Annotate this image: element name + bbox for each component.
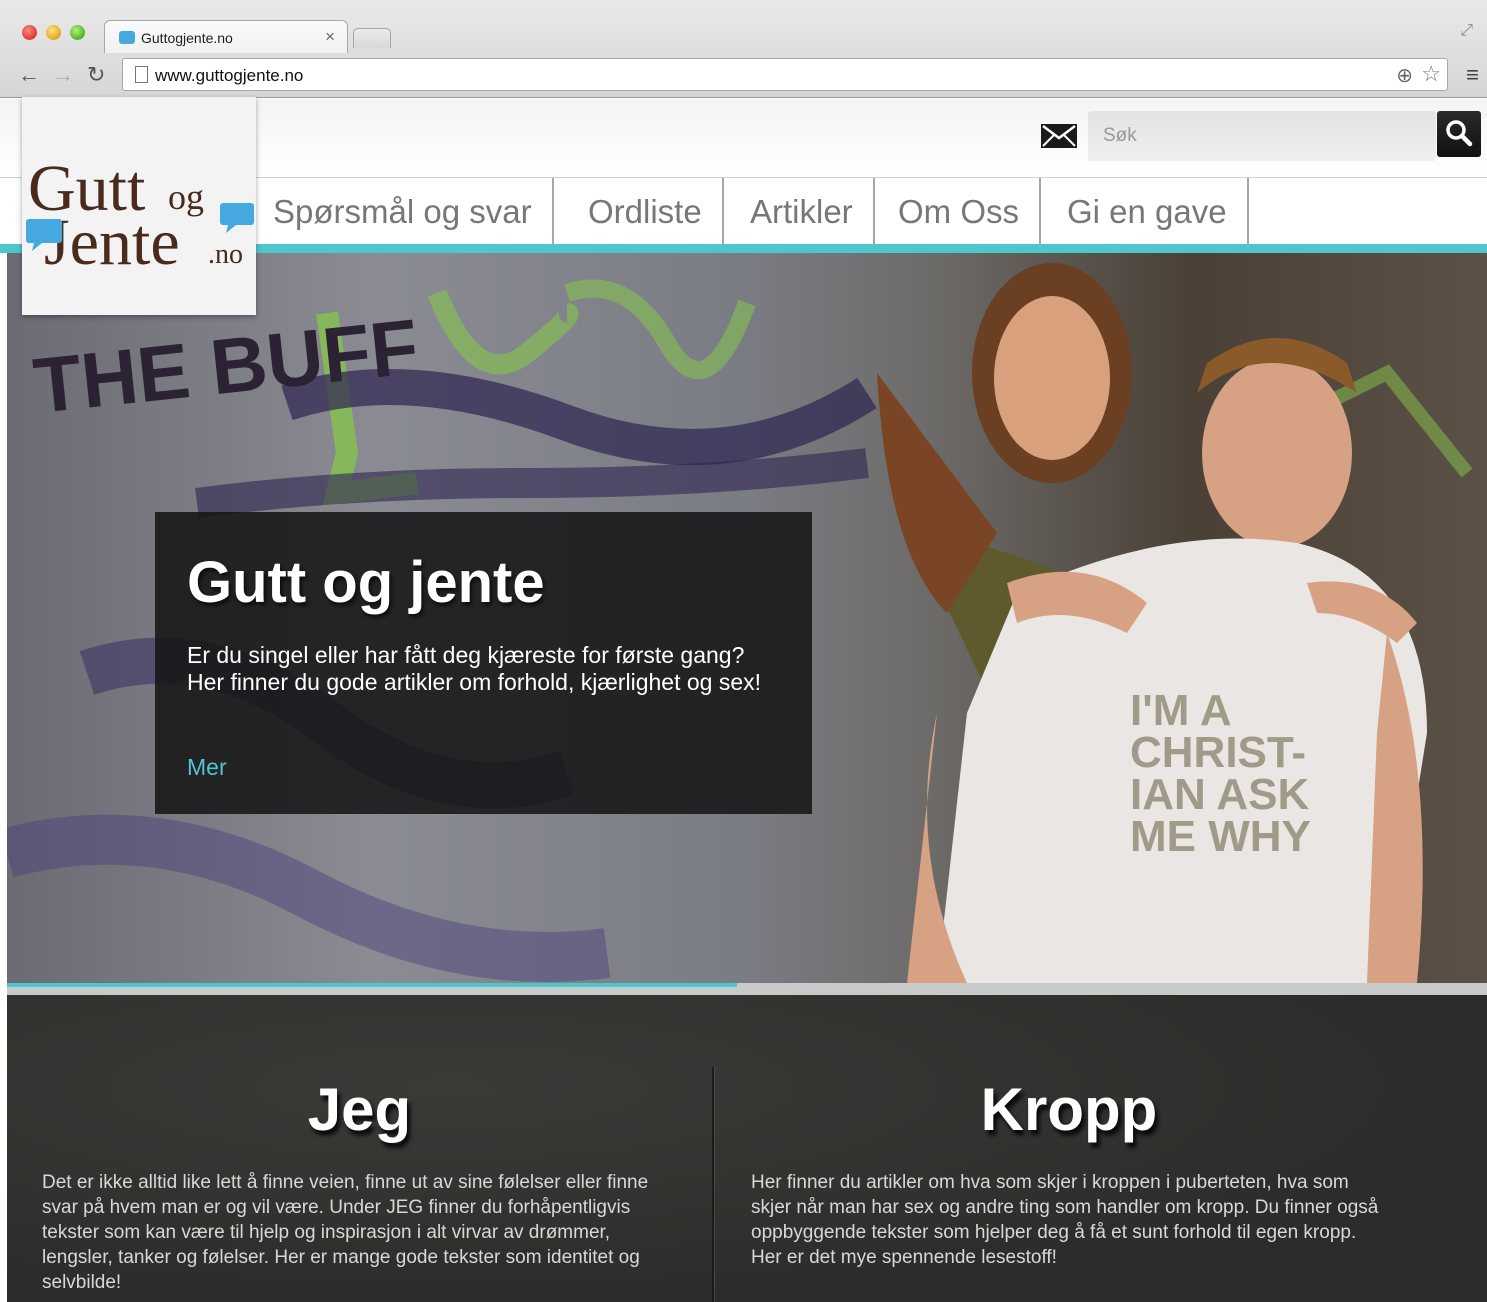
hero-more-link[interactable]: Mer bbox=[187, 754, 227, 781]
star-icon[interactable]: ☆ bbox=[1421, 61, 1441, 87]
page-icon bbox=[135, 66, 148, 83]
logo-no: .no bbox=[208, 239, 243, 270]
section-title-jeg[interactable]: Jeg bbox=[7, 1075, 712, 1144]
browser-chrome: Guttogjente.no × ⤢ ← → ↻ www.guttogjente… bbox=[0, 0, 1487, 98]
hero-title: Gutt og jente bbox=[187, 550, 545, 615]
new-tab-button[interactable] bbox=[353, 28, 391, 48]
search-box bbox=[1088, 111, 1436, 161]
section-text-jeg: Det er ikke alltid like lett å finne vei… bbox=[42, 1172, 649, 1293]
menu-icon[interactable]: ≡ bbox=[1466, 62, 1479, 88]
reload-icon[interactable]: ↻ bbox=[87, 62, 105, 88]
minimize-window-button[interactable] bbox=[46, 25, 61, 40]
nav-item-articles[interactable]: Artikler bbox=[730, 178, 875, 246]
tab-title: Guttogjente.no bbox=[141, 30, 233, 46]
hero-text-line2: Her finner du gode artikler om forhold, … bbox=[187, 669, 762, 695]
forward-arrow-icon[interactable]: → bbox=[52, 62, 74, 88]
search-button[interactable] bbox=[1437, 111, 1481, 157]
zoom-icon[interactable]: ⊕ bbox=[1396, 63, 1413, 88]
graffiti-text: THE BUFF bbox=[30, 302, 423, 430]
section-text-kropp: Her finner du artikler om hva som skjer … bbox=[751, 1172, 1379, 1268]
hero-text: Er du singel eller har fått deg kjæreste… bbox=[187, 642, 787, 696]
zoom-window-button[interactable] bbox=[70, 25, 85, 40]
address-bar[interactable]: www.guttogjente.no ⊕ ☆ bbox=[122, 58, 1448, 91]
url-text[interactable]: www.guttogjente.no bbox=[155, 66, 303, 86]
search-input[interactable] bbox=[1088, 111, 1436, 161]
nav-item-questions[interactable]: Spørsmål og svar bbox=[253, 178, 554, 246]
nav-item-about[interactable]: Om Oss bbox=[878, 178, 1041, 246]
expand-icon[interactable]: ⤢ bbox=[1460, 22, 1473, 40]
shirt-print: I'M A CHRIST-IAN ASK ME WHY bbox=[1130, 686, 1311, 861]
section-title-kropp[interactable]: Kropp bbox=[714, 1075, 1424, 1144]
search-icon bbox=[1446, 120, 1473, 147]
browser-tab[interactable]: Guttogjente.no × bbox=[104, 20, 348, 53]
slider-progress bbox=[7, 983, 737, 987]
site-logo[interactable]: Gutt og Jente .no bbox=[22, 97, 256, 315]
category-sections: Jeg Det er ikke alltid like lett å finne… bbox=[7, 995, 1487, 1302]
hero-text-line1: Er du singel eller har fått deg kjæreste… bbox=[187, 642, 745, 668]
nav-item-donate[interactable]: Gi en gave bbox=[1047, 178, 1249, 246]
mail-icon[interactable] bbox=[1041, 124, 1077, 148]
nav-item-glossary[interactable]: Ordliste bbox=[568, 178, 724, 246]
logo-jente: Jente bbox=[44, 206, 180, 279]
back-arrow-icon[interactable]: ← bbox=[18, 62, 40, 88]
close-icon[interactable]: × bbox=[325, 27, 335, 47]
hero-panel: Gutt og jente Er du singel eller har fåt… bbox=[155, 512, 812, 814]
close-window-button[interactable] bbox=[22, 25, 37, 40]
favicon-icon bbox=[119, 31, 135, 44]
